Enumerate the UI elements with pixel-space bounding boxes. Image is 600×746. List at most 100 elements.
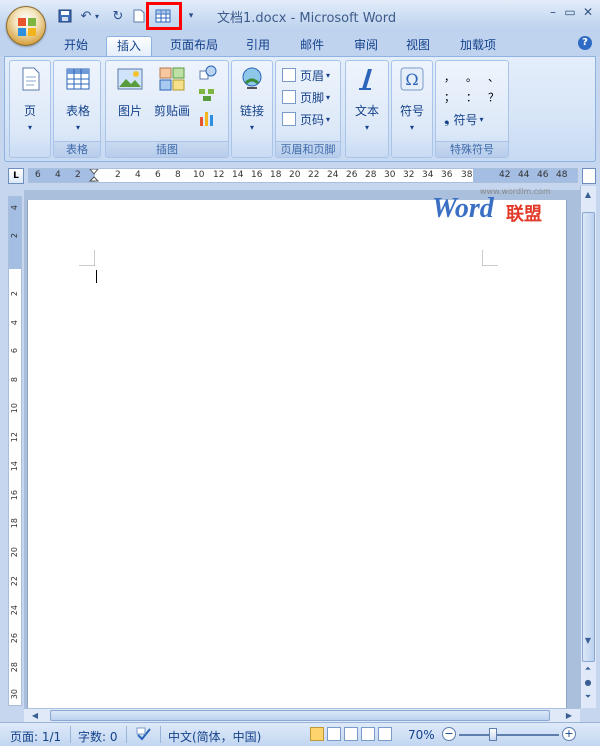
tab-add-ins[interactable]: 加载项 <box>452 36 504 56</box>
page-number-button[interactable]: 页码 ▾ <box>282 109 330 129</box>
special-symbol-label: 符号 <box>453 112 478 127</box>
picture-button[interactable]: 图片 <box>110 65 150 119</box>
browse-object-icon[interactable]: ● <box>581 676 595 690</box>
chart-icon[interactable] <box>198 109 216 127</box>
links-button[interactable]: 链接 ▾ <box>232 65 272 132</box>
indent-marker-icon[interactable] <box>89 169 99 182</box>
symbol-comma[interactable]: ， <box>444 69 455 85</box>
svg-text:Ω: Ω <box>405 70 418 89</box>
tab-page-layout[interactable]: 页面布局 <box>162 36 226 56</box>
ruler-tick: 14 <box>10 461 19 472</box>
page-count[interactable]: 页面: 1/1 <box>10 728 61 745</box>
next-page-icon[interactable]: ⏷ <box>581 690 595 704</box>
scroll-up-icon[interactable]: ▲ <box>581 188 595 202</box>
page-icon <box>22 67 40 91</box>
tab-view[interactable]: 视图 <box>398 36 438 56</box>
vertical-ruler[interactable]: 4 2 2 4 6 8 10 12 14 16 18 20 22 24 26 2… <box>8 196 22 706</box>
zoom-slider-thumb[interactable] <box>489 728 497 741</box>
ruler-tick: 24 <box>327 170 339 180</box>
tab-review[interactable]: 审阅 <box>346 36 386 56</box>
office-button[interactable] <box>6 6 46 46</box>
group-label: 表格 <box>54 141 100 157</box>
header-button[interactable]: 页眉 ▾ <box>282 65 330 85</box>
zoom-in-icon[interactable]: + <box>562 727 576 741</box>
ruler-tick: 36 <box>441 170 453 180</box>
zoom-out-icon[interactable]: − <box>442 727 456 741</box>
ruler-tick: 18 <box>270 170 282 180</box>
symbol-question[interactable]: ？ <box>488 89 499 105</box>
proofing-icon[interactable] <box>136 727 152 741</box>
special-symbol-button[interactable]: ❟ 符号 ▾ <box>444 109 484 129</box>
symbol-semicolon[interactable]: ； <box>444 89 455 105</box>
save-icon[interactable] <box>56 7 74 25</box>
undo-dropdown-icon[interactable]: ▾ <box>93 7 101 25</box>
tab-stop-selector[interactable]: L <box>8 168 24 184</box>
scroll-down-icon[interactable]: ▼ <box>581 634 595 648</box>
scroll-right-icon[interactable]: ▶ <box>562 709 576 723</box>
ruler-tick: 4 <box>135 170 141 180</box>
ruler-tick: 6 <box>35 170 41 180</box>
outline-view-icon[interactable] <box>361 727 375 741</box>
ruler-tick: 16 <box>251 170 263 180</box>
ruler-tick: 6 <box>10 348 19 354</box>
symbol-colon[interactable]: ： <box>466 89 477 105</box>
symbol-period[interactable]: 。 <box>466 69 477 85</box>
text-button[interactable]: 文本 ▾ <box>347 65 387 132</box>
shapes-icon[interactable] <box>198 65 218 83</box>
watermark-word: Word <box>432 193 494 224</box>
redo-icon[interactable]: ↻ <box>109 7 127 25</box>
horizontal-ruler[interactable]: 6 4 2 2 4 6 8 10 12 14 16 18 20 22 24 26… <box>28 168 578 183</box>
smartart-icon[interactable] <box>198 87 216 103</box>
ruler-tick: 38 <box>461 170 473 180</box>
print-layout-icon[interactable] <box>310 727 324 741</box>
clipart-button[interactable]: 剪贴画 <box>152 65 192 119</box>
clipart-button-label: 剪贴画 <box>153 104 190 118</box>
ruler-tick: 2 <box>10 233 19 239</box>
tab-home[interactable]: 开始 <box>56 36 96 56</box>
draft-view-icon[interactable] <box>378 727 392 741</box>
web-layout-icon[interactable] <box>344 727 358 741</box>
scroll-thumb[interactable] <box>50 710 550 721</box>
ruler-tick: 22 <box>308 170 320 180</box>
symbol-enum-comma[interactable]: 、 <box>488 69 499 85</box>
chevron-down-icon: ▾ <box>75 123 80 132</box>
help-icon[interactable]: ? <box>578 36 592 50</box>
table-button[interactable]: 表格 ▾ <box>58 65 98 132</box>
ruler-tick: 2 <box>75 170 81 180</box>
chevron-down-icon: ▾ <box>409 123 414 132</box>
ruler-tick: 30 <box>384 170 396 180</box>
word-count[interactable]: 字数: 0 <box>78 728 118 745</box>
minimize-icon[interactable]: – <box>545 4 561 20</box>
full-screen-reading-icon[interactable] <box>327 727 341 741</box>
vertical-scrollbar[interactable]: ▲ ▼ ⏶ ● ⏷ <box>580 186 596 708</box>
symbol-button[interactable]: Ω 符号 ▾ <box>392 65 432 132</box>
ruler-tick: 26 <box>10 633 19 644</box>
page-button[interactable]: 页 ▾ <box>10 65 50 132</box>
footer-label: 页脚 <box>300 90 325 105</box>
ruler-tick: 42 <box>499 170 511 180</box>
office-logo-icon <box>18 18 36 36</box>
prev-page-icon[interactable]: ⏶ <box>581 662 595 676</box>
footer-button[interactable]: 页脚 ▾ <box>282 87 330 107</box>
zoom-slider[interactable] <box>459 734 559 736</box>
group-text: 文本 ▾ <box>345 60 389 158</box>
language-indicator[interactable]: 中文(简体，中国) <box>168 728 261 745</box>
ruler-tick: 10 <box>193 170 205 180</box>
group-header-footer: 页眉 ▾ 页脚 ▾ 页码 ▾ 页眉和页脚 <box>275 60 341 158</box>
view-ruler-icon[interactable] <box>582 168 596 184</box>
restore-icon[interactable]: ▭ <box>562 4 578 20</box>
ruler-tick: 20 <box>10 547 19 558</box>
globe-link-icon <box>242 67 262 89</box>
watermark-brand: 联盟 <box>506 204 542 225</box>
scroll-left-icon[interactable]: ◀ <box>28 709 42 723</box>
horizontal-scrollbar[interactable]: ◀ ▶ <box>24 708 580 722</box>
ribbon: 页 ▾ 表格 ▾ 表格 图片 剪贴画 插图 链接 ▾ 页眉 ▾ 页脚 ▾ 页码 … <box>4 56 596 162</box>
customize-qat-icon[interactable]: ▾ <box>186 7 196 25</box>
scroll-thumb[interactable] <box>582 212 595 662</box>
zoom-level[interactable]: 70% <box>408 728 435 742</box>
document-page[interactable] <box>27 200 567 710</box>
tab-mailings[interactable]: 邮件 <box>292 36 332 56</box>
close-icon[interactable]: ✕ <box>580 4 596 20</box>
tab-references[interactable]: 引用 <box>238 36 278 56</box>
tab-insert[interactable]: 插入 <box>106 36 152 56</box>
